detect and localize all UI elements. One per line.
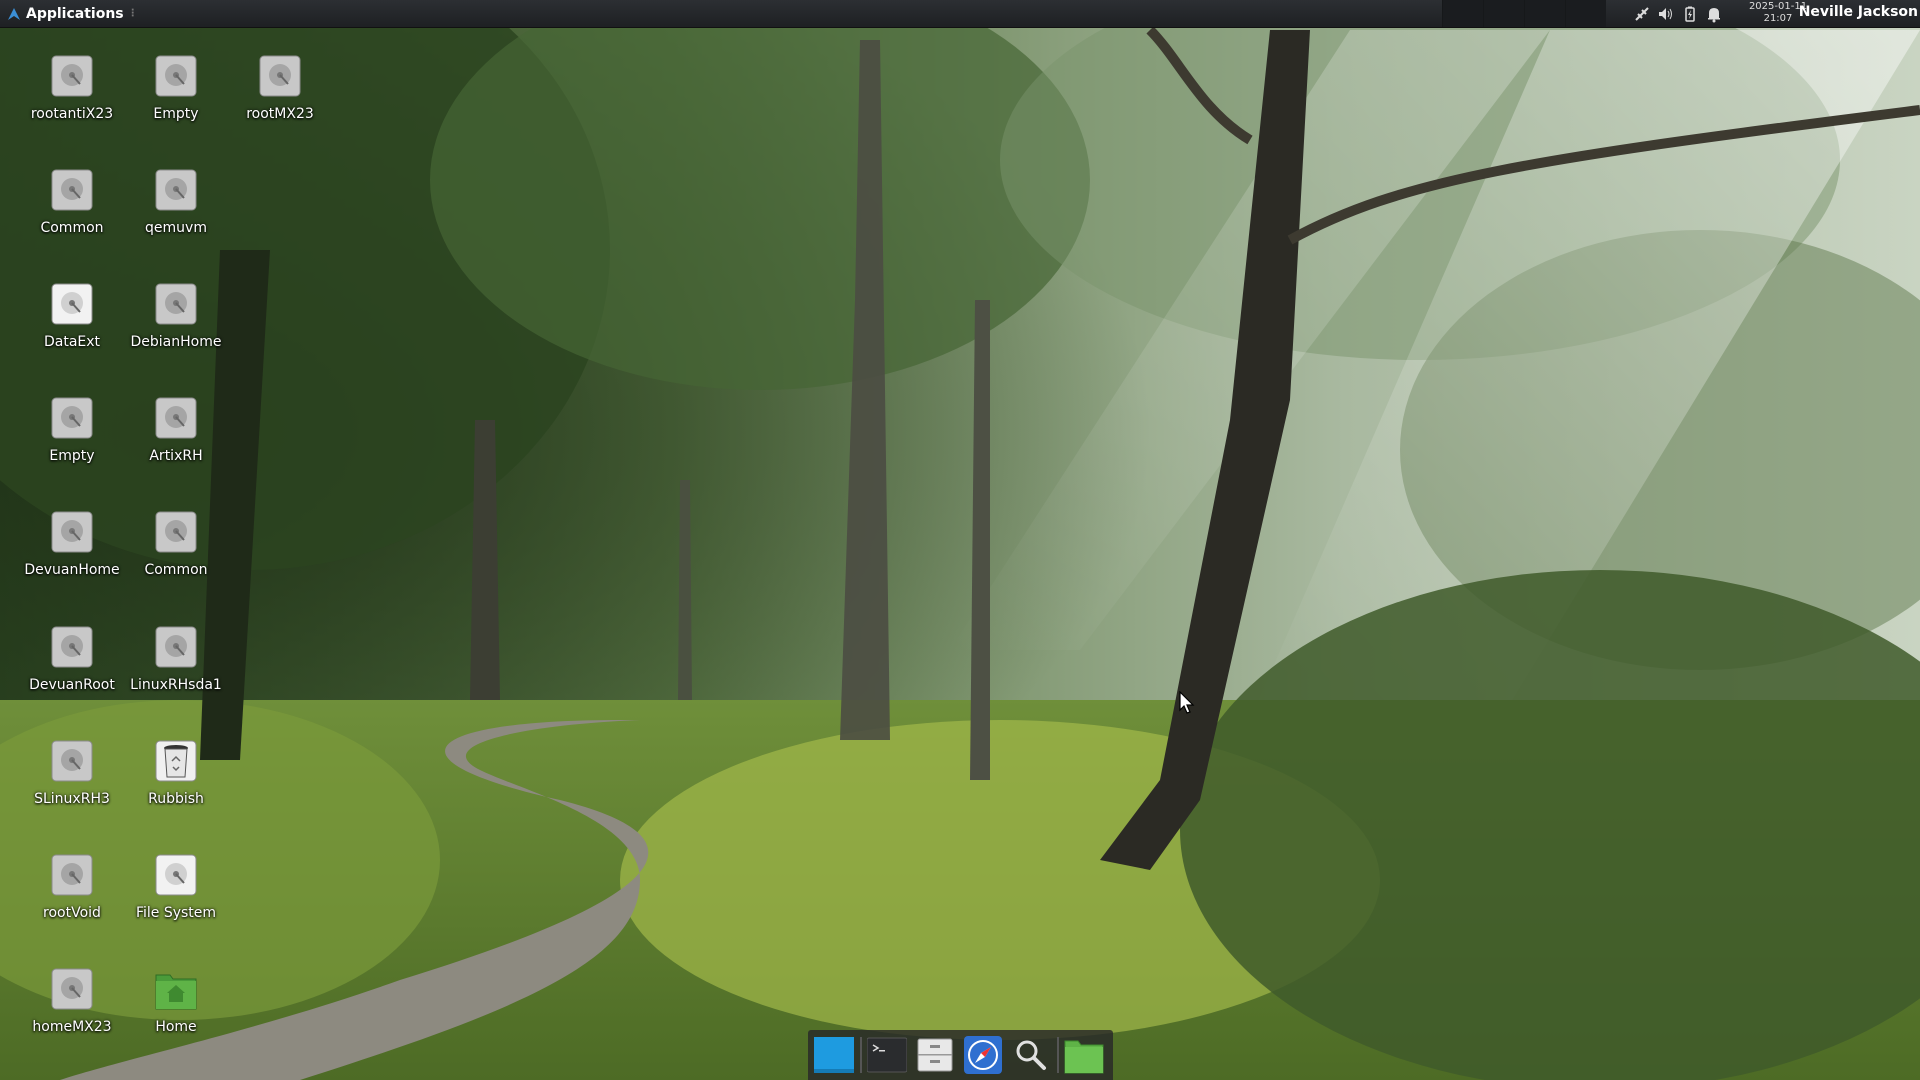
desktop-icon-label: rootMX23 — [246, 106, 314, 122]
terminal-icon — [867, 1037, 907, 1073]
drive-icon — [154, 510, 198, 554]
mouse-pointer-icon — [1179, 691, 1195, 714]
desktop-icon-label: rootantiX23 — [30, 106, 114, 122]
terminal-launcher[interactable] — [865, 1033, 909, 1077]
desktop-icon-slinuxrh3[interactable]: SLinuxRH3 — [20, 731, 124, 831]
desktop-icon-label: LinuxRHsda1 — [130, 677, 222, 693]
desktop-icon-label: ArtixRH — [149, 448, 203, 464]
desktop-icon-label: SLinuxRH3 — [34, 791, 110, 807]
desktop-icon-label: rootVoid — [43, 905, 101, 921]
drive-icon — [50, 739, 94, 783]
show-desktop-icon — [814, 1037, 854, 1073]
desktop-icon-label: Empty — [49, 448, 95, 464]
drive-icon — [50, 168, 94, 212]
drive-icon — [50, 510, 94, 554]
drive-icon — [154, 625, 198, 669]
system-tray — [1630, 0, 1726, 27]
desktop-wallpaper — [0, 0, 1920, 1080]
app-launcher-logo-icon — [8, 7, 20, 20]
desktop-icon-qemuvm[interactable]: qemuvm — [124, 160, 228, 260]
desktop-icon-homemx23[interactable]: homeMX23 — [20, 959, 124, 1059]
desktop-icon-label: DevuanRoot — [29, 677, 115, 693]
desktop-icon-dataext[interactable]: DataExt — [20, 274, 124, 374]
desktop-icon-label: DebianHome — [130, 334, 222, 350]
desktop-icon-label: File System — [135, 905, 217, 921]
desktop-icon-devuanhome[interactable]: DevuanHome — [20, 502, 124, 602]
home-folder-icon — [154, 967, 198, 1011]
dock-separator — [860, 1037, 862, 1073]
dock-separator — [1057, 1037, 1059, 1073]
desktop-icon-devuanroot[interactable]: DevuanRoot — [20, 617, 124, 717]
desktop-icon-label: DevuanHome — [24, 562, 120, 578]
file-cabinet-icon — [917, 1038, 953, 1072]
desktop-icon-common[interactable]: Common — [20, 160, 124, 260]
panel-grip-icon: ⋮ — [127, 8, 138, 19]
file-manager-launcher[interactable] — [913, 1033, 957, 1077]
show-desktop-button[interactable] — [812, 1033, 856, 1077]
drive-icon — [50, 282, 94, 326]
drive-icon — [154, 282, 198, 326]
desktop-icon-common[interactable]: Common — [124, 502, 228, 602]
desktop-icon-linuxrhsda1[interactable]: LinuxRHsda1 — [124, 617, 228, 717]
desktop-icon-artixrh[interactable]: ArtixRH — [124, 388, 228, 488]
network-disconnected-icon[interactable] — [1630, 0, 1654, 27]
desktop-icon-debianhome[interactable]: DebianHome — [124, 274, 228, 374]
desktop-icon-label: qemuvm — [145, 220, 207, 236]
search-icon — [1016, 1040, 1046, 1070]
drive-icon — [258, 54, 302, 98]
drive-icon — [50, 54, 94, 98]
desktop-icon-label: Home — [155, 1019, 197, 1035]
desktop-icon-home[interactable]: Home — [124, 959, 228, 1059]
drive-icon — [154, 396, 198, 440]
workspace-switcher[interactable] — [1442, 0, 1606, 27]
desktop-icon-rootvoid[interactable]: rootVoid — [20, 845, 124, 945]
compass-browser-icon — [964, 1036, 1002, 1074]
workspace-4[interactable] — [1565, 0, 1606, 27]
drive-icon — [50, 853, 94, 897]
applications-menu-button[interactable]: Applications ⋮ — [2, 2, 141, 25]
files-folder-launcher[interactable] — [1062, 1033, 1106, 1077]
volume-icon[interactable] — [1654, 0, 1678, 27]
workspace-1[interactable] — [1442, 0, 1483, 27]
desktop-icon-rubbish[interactable]: Rubbish — [124, 731, 228, 831]
desktop-icon-label: DataExt — [43, 334, 101, 350]
desktop-icon-label: Empty — [153, 106, 199, 122]
web-browser-launcher[interactable] — [961, 1033, 1005, 1077]
user-menu-button[interactable]: Neville Jackson — [1799, 4, 1918, 20]
workspace-3[interactable] — [1524, 0, 1565, 27]
folder-icon — [1064, 1040, 1104, 1074]
workspace-2[interactable] — [1483, 0, 1524, 27]
battery-icon[interactable] — [1678, 0, 1702, 27]
top-panel: Applications ⋮ 2025-01-11 21:07 Neville … — [0, 0, 1920, 28]
desktop-icon-rootantix23[interactable]: rootantiX23 — [20, 46, 124, 146]
drive-icon — [154, 54, 198, 98]
desktop-icon-label: Rubbish — [148, 791, 204, 807]
drive-icon — [50, 967, 94, 1011]
app-finder-launcher[interactable] — [1009, 1033, 1053, 1077]
desktop-icon-rootmx23[interactable]: rootMX23 — [228, 46, 332, 146]
drive-icon — [154, 853, 198, 897]
drive-icon — [50, 625, 94, 669]
dock — [808, 1030, 1113, 1080]
desktop-icon-label: homeMX23 — [32, 1019, 112, 1035]
desktop-icon-label: Common — [40, 220, 104, 236]
desktop-icon-file-system[interactable]: File System — [124, 845, 228, 945]
drive-icon — [154, 168, 198, 212]
drive-icon — [50, 396, 94, 440]
desktop-icon-empty[interactable]: Empty — [124, 46, 228, 146]
applications-label: Applications — [26, 5, 124, 22]
trash-icon — [154, 739, 198, 783]
desktop-icon-label: Common — [144, 562, 208, 578]
notifications-bell-icon[interactable] — [1702, 0, 1726, 27]
desktop-icon-empty[interactable]: Empty — [20, 388, 124, 488]
